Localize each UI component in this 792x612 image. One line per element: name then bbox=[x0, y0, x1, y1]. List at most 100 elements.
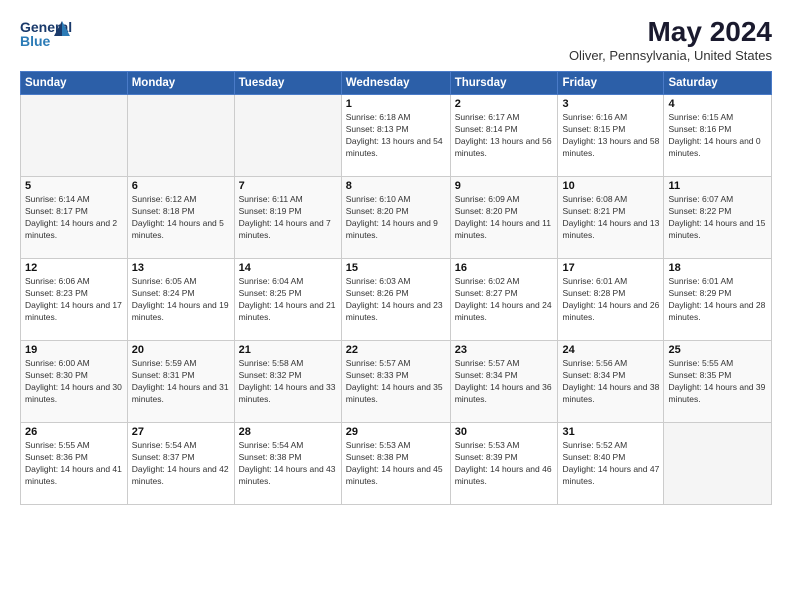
table-row: 27 Sunrise: 5:54 AMSunset: 8:37 PMDayligh… bbox=[127, 423, 234, 505]
col-monday: Monday bbox=[127, 72, 234, 95]
day-info: Sunrise: 5:55 AMSunset: 8:35 PMDaylight:… bbox=[668, 358, 767, 406]
day-number: 6 bbox=[132, 180, 230, 192]
day-info: Sunrise: 6:01 AMSunset: 8:28 PMDaylight:… bbox=[562, 276, 659, 324]
day-info: Sunrise: 5:53 AMSunset: 8:38 PMDaylight:… bbox=[346, 440, 446, 488]
table-row: 1 Sunrise: 6:18 AMSunset: 8:13 PMDaylight… bbox=[341, 95, 450, 177]
day-info: Sunrise: 6:02 AMSunset: 8:27 PMDaylight:… bbox=[455, 276, 554, 324]
table-row: 5 Sunrise: 6:14 AMSunset: 8:17 PMDaylight… bbox=[21, 177, 128, 259]
day-info: Sunrise: 6:18 AMSunset: 8:13 PMDaylight:… bbox=[346, 112, 446, 160]
day-info: Sunrise: 6:10 AMSunset: 8:20 PMDaylight:… bbox=[346, 194, 446, 242]
table-row: 4 Sunrise: 6:15 AMSunset: 8:16 PMDaylight… bbox=[664, 95, 772, 177]
day-info: Sunrise: 5:59 AMSunset: 8:31 PMDaylight:… bbox=[132, 358, 230, 406]
day-number: 21 bbox=[239, 344, 337, 356]
table-row: 6Sunrise: 6:12 AMSunset: 8:18 PMDaylight… bbox=[127, 177, 234, 259]
day-number: 10 bbox=[562, 180, 659, 192]
table-row: 19 Sunrise: 6:00 AMSunset: 8:30 PMDayligh… bbox=[21, 341, 128, 423]
day-number: 26 bbox=[25, 426, 123, 438]
day-number: 25 bbox=[668, 344, 767, 356]
day-number: 17 bbox=[562, 262, 659, 274]
day-number: 1 bbox=[346, 98, 446, 110]
table-row: 21 Sunrise: 5:58 AMSunset: 8:32 PMDayligh… bbox=[234, 341, 341, 423]
col-saturday: Saturday bbox=[664, 72, 772, 95]
table-row bbox=[664, 423, 772, 505]
table-row: 29 Sunrise: 5:53 AMSunset: 8:38 PMDayligh… bbox=[341, 423, 450, 505]
day-number: 3 bbox=[562, 98, 659, 110]
table-row: 9Sunrise: 6:09 AMSunset: 8:20 PMDaylight… bbox=[450, 177, 558, 259]
day-number: 7 bbox=[239, 180, 337, 192]
day-info: Sunrise: 5:54 AMSunset: 8:38 PMDaylight:… bbox=[239, 440, 337, 488]
day-info: Sunrise: 5:53 AMSunset: 8:39 PMDaylight:… bbox=[455, 440, 554, 488]
day-number: 20 bbox=[132, 344, 230, 356]
day-number: 11 bbox=[668, 180, 767, 192]
day-info: Sunrise: 5:54 AMSunset: 8:37 PMDaylight:… bbox=[132, 440, 230, 488]
day-number: 24 bbox=[562, 344, 659, 356]
table-row: 14 Sunrise: 6:04 AMSunset: 8:25 PMDayligh… bbox=[234, 259, 341, 341]
page: General Blue May 2024 Oliver, Pennsylvan… bbox=[0, 0, 792, 612]
day-number: 28 bbox=[239, 426, 337, 438]
day-number: 23 bbox=[455, 344, 554, 356]
day-info: Sunrise: 6:07 AMSunset: 8:22 PMDaylight:… bbox=[668, 194, 767, 242]
day-info: Sunrise: 6:06 AMSunset: 8:23 PMDaylight:… bbox=[25, 276, 123, 324]
table-row: 31 Sunrise: 5:52 AMSunset: 8:40 PMDayligh… bbox=[558, 423, 664, 505]
day-info: Sunrise: 5:56 AMSunset: 8:34 PMDaylight:… bbox=[562, 358, 659, 406]
calendar-week-row: 12 Sunrise: 6:06 AMSunset: 8:23 PMDayligh… bbox=[21, 259, 772, 341]
day-number: 14 bbox=[239, 262, 337, 274]
table-row: 7 Sunrise: 6:11 AMSunset: 8:19 PMDaylight… bbox=[234, 177, 341, 259]
table-row: 23 Sunrise: 5:57 AMSunset: 8:34 PMDayligh… bbox=[450, 341, 558, 423]
table-row: 28 Sunrise: 5:54 AMSunset: 8:38 PMDayligh… bbox=[234, 423, 341, 505]
day-info: Sunrise: 6:17 AMSunset: 8:14 PMDaylight:… bbox=[455, 112, 554, 160]
day-info: Sunrise: 6:11 AMSunset: 8:19 PMDaylight:… bbox=[239, 194, 337, 242]
table-row: 3 Sunrise: 6:16 AMSunset: 8:15 PMDaylight… bbox=[558, 95, 664, 177]
day-number: 27 bbox=[132, 426, 230, 438]
day-info: Sunrise: 5:52 AMSunset: 8:40 PMDaylight:… bbox=[562, 440, 659, 488]
day-info: Sunrise: 6:15 AMSunset: 8:16 PMDaylight:… bbox=[668, 112, 767, 160]
svg-text:Blue: Blue bbox=[20, 33, 51, 49]
day-number: 16 bbox=[455, 262, 554, 274]
day-info: Sunrise: 6:16 AMSunset: 8:15 PMDaylight:… bbox=[562, 112, 659, 160]
day-number: 31 bbox=[562, 426, 659, 438]
table-row: 11 Sunrise: 6:07 AMSunset: 8:22 PMDayligh… bbox=[664, 177, 772, 259]
day-number: 12 bbox=[25, 262, 123, 274]
header: General Blue May 2024 Oliver, Pennsylvan… bbox=[20, 16, 772, 63]
table-row bbox=[127, 95, 234, 177]
col-friday: Friday bbox=[558, 72, 664, 95]
day-number: 29 bbox=[346, 426, 446, 438]
table-row: 8 Sunrise: 6:10 AMSunset: 8:20 PMDaylight… bbox=[341, 177, 450, 259]
table-row: 30 Sunrise: 5:53 AMSunset: 8:39 PMDayligh… bbox=[450, 423, 558, 505]
calendar-week-row: 19 Sunrise: 6:00 AMSunset: 8:30 PMDayligh… bbox=[21, 341, 772, 423]
table-row: 24 Sunrise: 5:56 AMSunset: 8:34 PMDayligh… bbox=[558, 341, 664, 423]
day-number: 13 bbox=[132, 262, 230, 274]
day-info: Sunrise: 6:04 AMSunset: 8:25 PMDaylight:… bbox=[239, 276, 337, 324]
title-block: May 2024 Oliver, Pennsylvania, United St… bbox=[569, 16, 772, 63]
day-number: 5 bbox=[25, 180, 123, 192]
col-thursday: Thursday bbox=[450, 72, 558, 95]
day-number: 9 bbox=[455, 180, 554, 192]
day-number: 30 bbox=[455, 426, 554, 438]
day-info: Sunrise: 6:14 AMSunset: 8:17 PMDaylight:… bbox=[25, 194, 123, 242]
day-number: 4 bbox=[668, 98, 767, 110]
month-title: May 2024 bbox=[569, 16, 772, 48]
table-row: 18Sunrise: 6:01 AMSunset: 8:29 PMDayligh… bbox=[664, 259, 772, 341]
calendar-table: Sunday Monday Tuesday Wednesday Thursday… bbox=[20, 71, 772, 505]
day-number: 8 bbox=[346, 180, 446, 192]
table-row bbox=[21, 95, 128, 177]
table-row: 26 Sunrise: 5:55 AMSunset: 8:36 PMDayligh… bbox=[21, 423, 128, 505]
day-info: Sunrise: 6:00 AMSunset: 8:30 PMDaylight:… bbox=[25, 358, 123, 406]
logo: General Blue bbox=[20, 16, 72, 56]
day-info: Sunrise: 5:57 AMSunset: 8:33 PMDaylight:… bbox=[346, 358, 446, 406]
calendar-week-row: 1 Sunrise: 6:18 AMSunset: 8:13 PMDaylight… bbox=[21, 95, 772, 177]
day-number: 2 bbox=[455, 98, 554, 110]
day-info: Sunrise: 6:01 AMSunset: 8:29 PMDaylight:… bbox=[668, 276, 767, 324]
table-row: 22Sunrise: 5:57 AMSunset: 8:33 PMDayligh… bbox=[341, 341, 450, 423]
day-number: 19 bbox=[25, 344, 123, 356]
table-row: 25 Sunrise: 5:55 AMSunset: 8:35 PMDayligh… bbox=[664, 341, 772, 423]
location: Oliver, Pennsylvania, United States bbox=[569, 48, 772, 63]
day-info: Sunrise: 5:57 AMSunset: 8:34 PMDaylight:… bbox=[455, 358, 554, 406]
day-number: 15 bbox=[346, 262, 446, 274]
table-row bbox=[234, 95, 341, 177]
calendar-week-row: 26 Sunrise: 5:55 AMSunset: 8:36 PMDayligh… bbox=[21, 423, 772, 505]
calendar-header-row: Sunday Monday Tuesday Wednesday Thursday… bbox=[21, 72, 772, 95]
day-info: Sunrise: 5:55 AMSunset: 8:36 PMDaylight:… bbox=[25, 440, 123, 488]
table-row: 2 Sunrise: 6:17 AMSunset: 8:14 PMDaylight… bbox=[450, 95, 558, 177]
day-info: Sunrise: 5:58 AMSunset: 8:32 PMDaylight:… bbox=[239, 358, 337, 406]
